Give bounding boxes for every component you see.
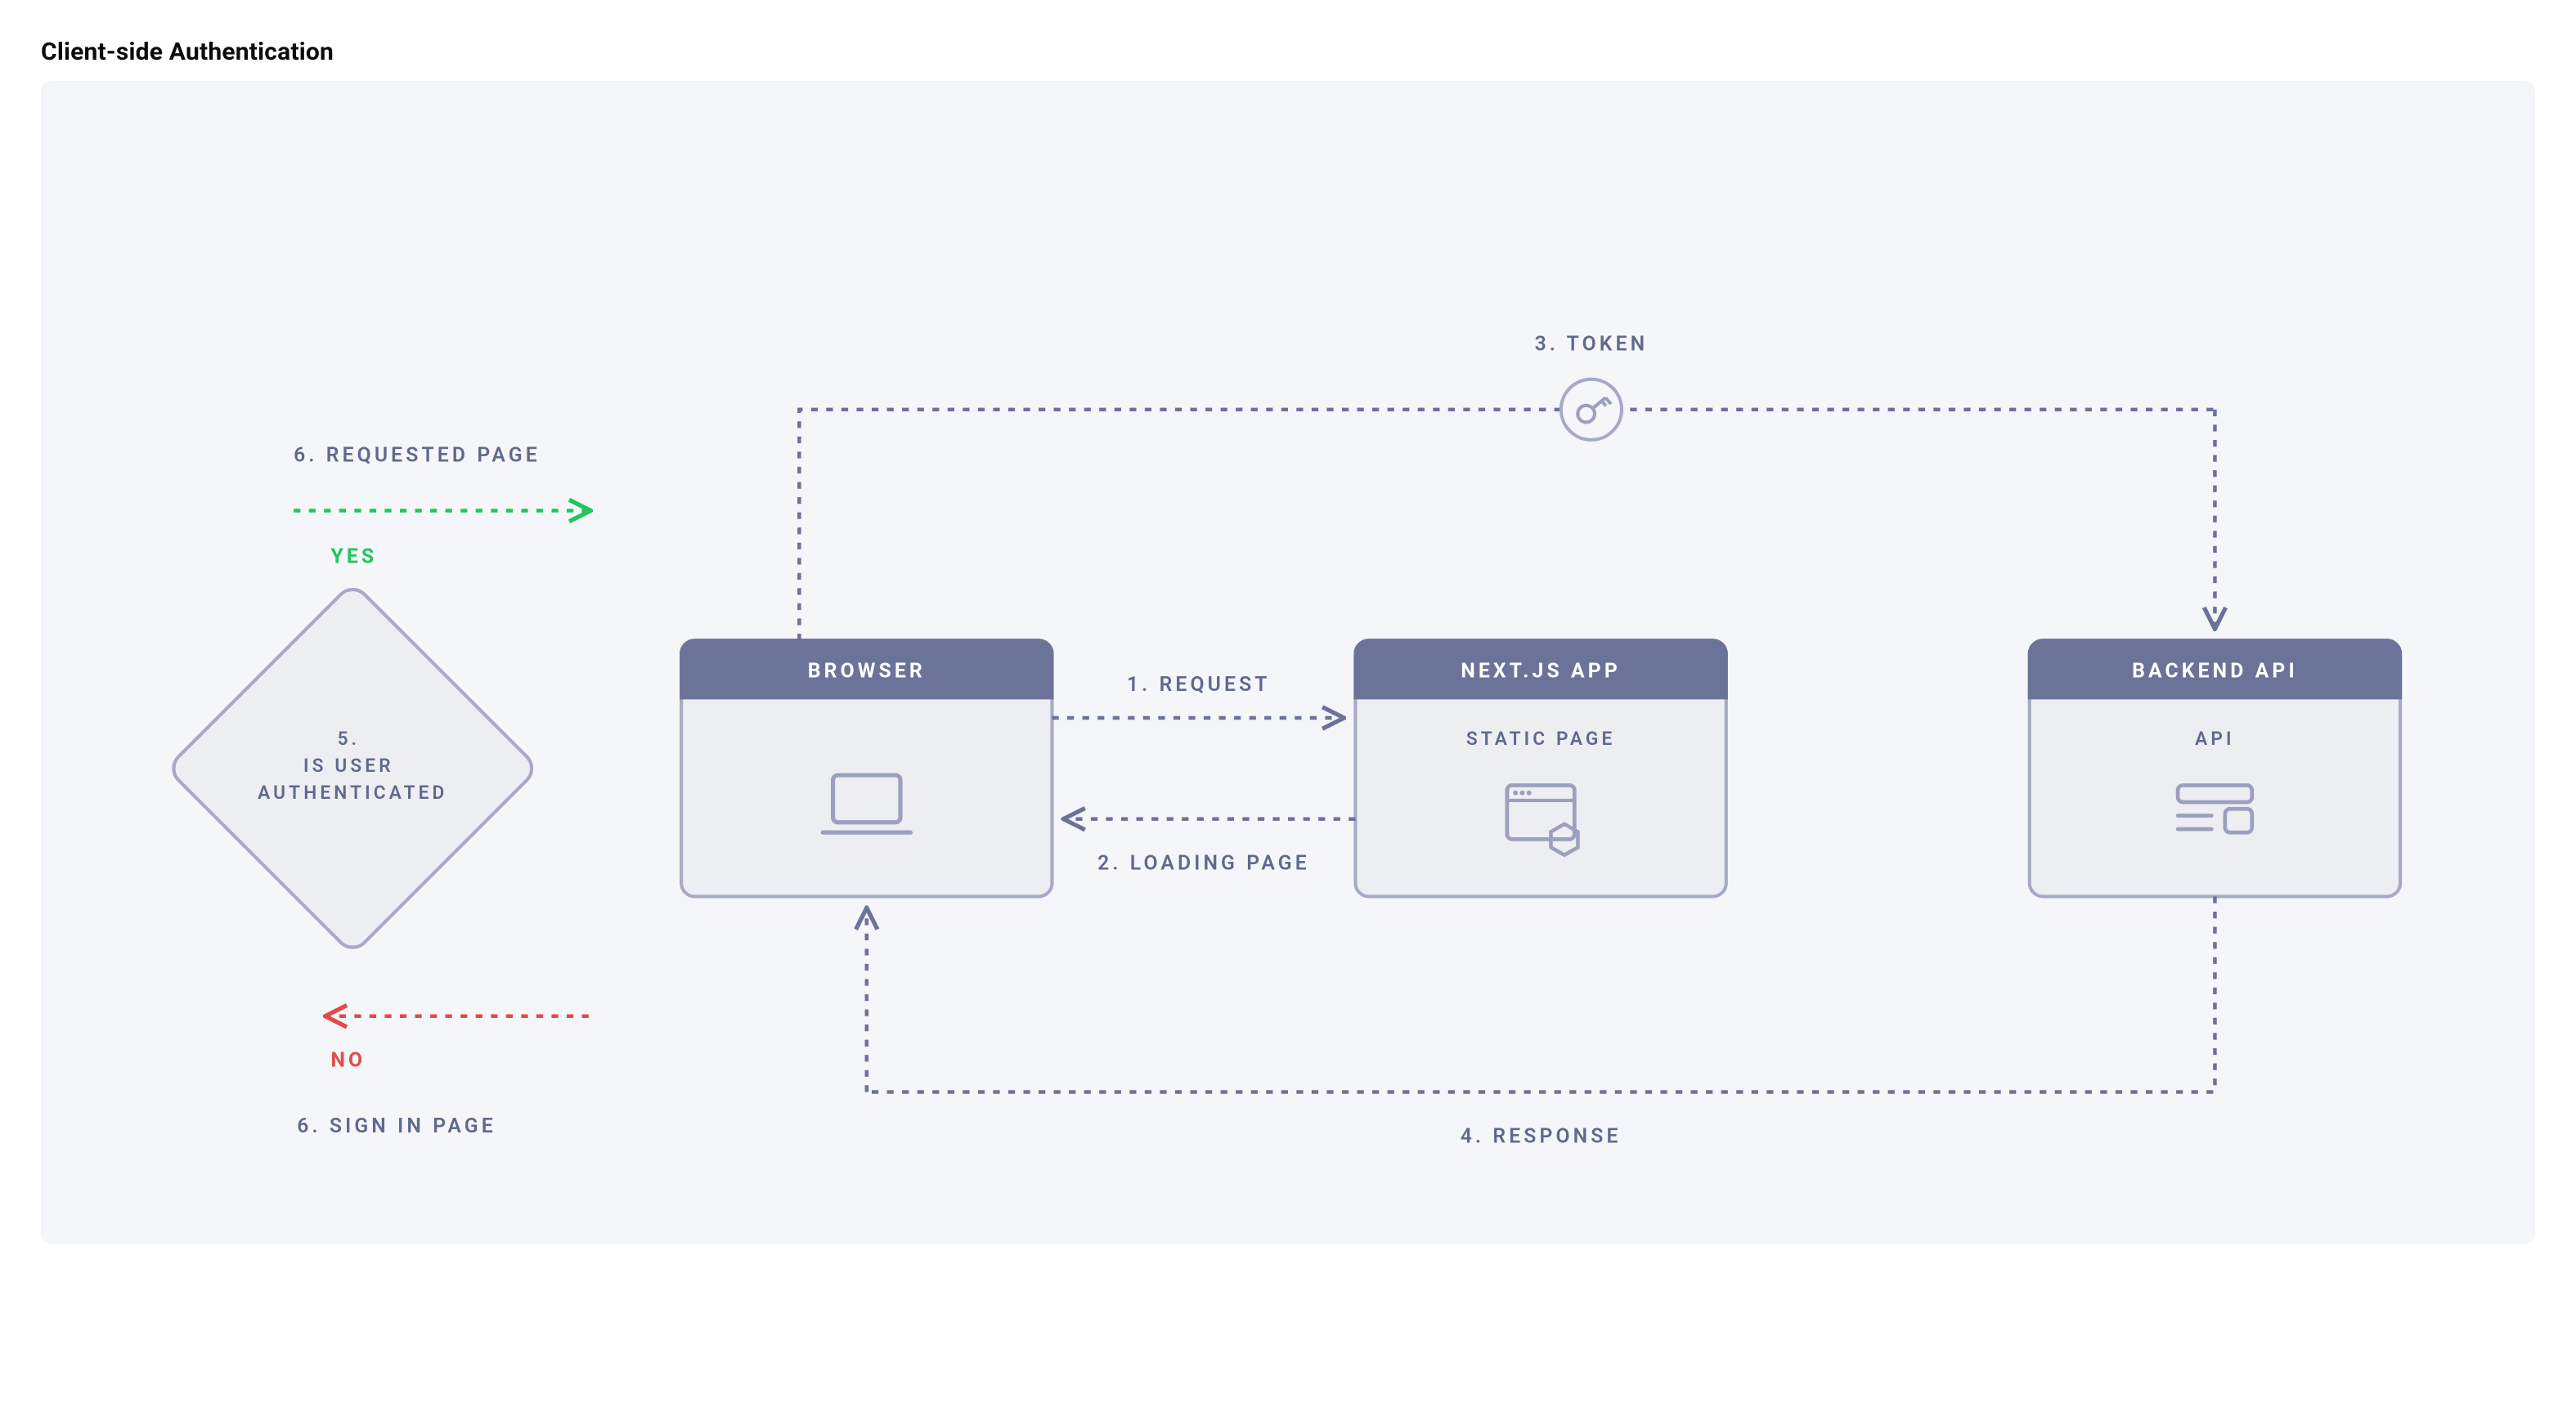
browser-title: BROWSER bbox=[808, 660, 926, 684]
browser-node: BROWSER bbox=[681, 640, 1052, 896]
decision-line1: 5. bbox=[338, 728, 361, 750]
page-title: Client-side Authentication bbox=[41, 38, 2535, 66]
label-yes: YES bbox=[330, 545, 377, 568]
decision-line3: AUTHENTICATED bbox=[258, 782, 447, 804]
label-no: NO bbox=[330, 1049, 366, 1073]
decision-line2: IS USER bbox=[303, 755, 394, 777]
label-response: 4. RESPONSE bbox=[1461, 1124, 1622, 1148]
key-icon bbox=[1561, 379, 1622, 440]
decision-node: 5. IS USER AUTHENTICATED bbox=[167, 582, 539, 954]
nextapp-title: NEXT.JS APP bbox=[1461, 660, 1621, 684]
backend-title: BACKEND API bbox=[2132, 660, 2298, 684]
backend-node: BACKEND API API bbox=[2030, 640, 2400, 896]
label-requested-page: 6. REQUESTED PAGE bbox=[294, 444, 541, 468]
auth-flow-diagram: 5. IS USER AUTHENTICATED BROWSER bbox=[41, 81, 2535, 1244]
edge-token-a bbox=[799, 410, 2215, 640]
diagram-panel: 5. IS USER AUTHENTICATED BROWSER bbox=[41, 81, 2535, 1244]
backend-sub: API bbox=[2195, 728, 2235, 750]
label-request: 1. REQUEST bbox=[1127, 673, 1271, 697]
label-signin-page: 6. SIGN IN PAGE bbox=[297, 1114, 496, 1138]
nextapp-node: NEXT.JS APP STATIC PAGE bbox=[1355, 640, 1726, 896]
nextapp-sub: STATIC PAGE bbox=[1466, 728, 1616, 750]
edge-response-a bbox=[867, 896, 2215, 1092]
label-loading: 2. LOADING PAGE bbox=[1097, 851, 1310, 875]
label-token: 3. TOKEN bbox=[1535, 333, 1649, 356]
